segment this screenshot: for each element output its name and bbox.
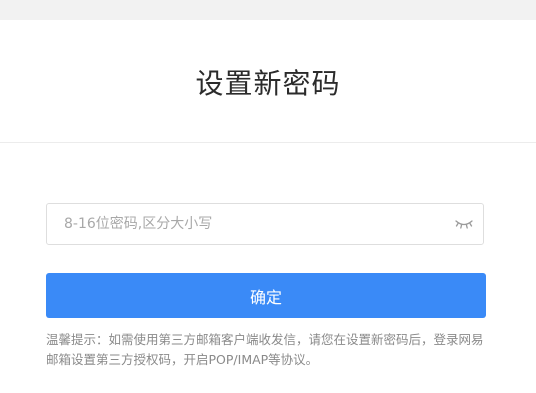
top-strip: [0, 0, 536, 20]
header-divider: [0, 142, 536, 143]
confirm-button[interactable]: 确定: [46, 273, 486, 318]
password-field-container: [46, 203, 484, 245]
page-title: 设置新密码: [195, 67, 341, 100]
tip-text: 温馨提示：如需使用第三方邮箱客户端收发信，请您在设置新密码后，登录网易邮箱设置第…: [46, 332, 484, 367]
new-password-input[interactable]: [47, 204, 447, 244]
eye-closed-icon[interactable]: [454, 216, 474, 232]
